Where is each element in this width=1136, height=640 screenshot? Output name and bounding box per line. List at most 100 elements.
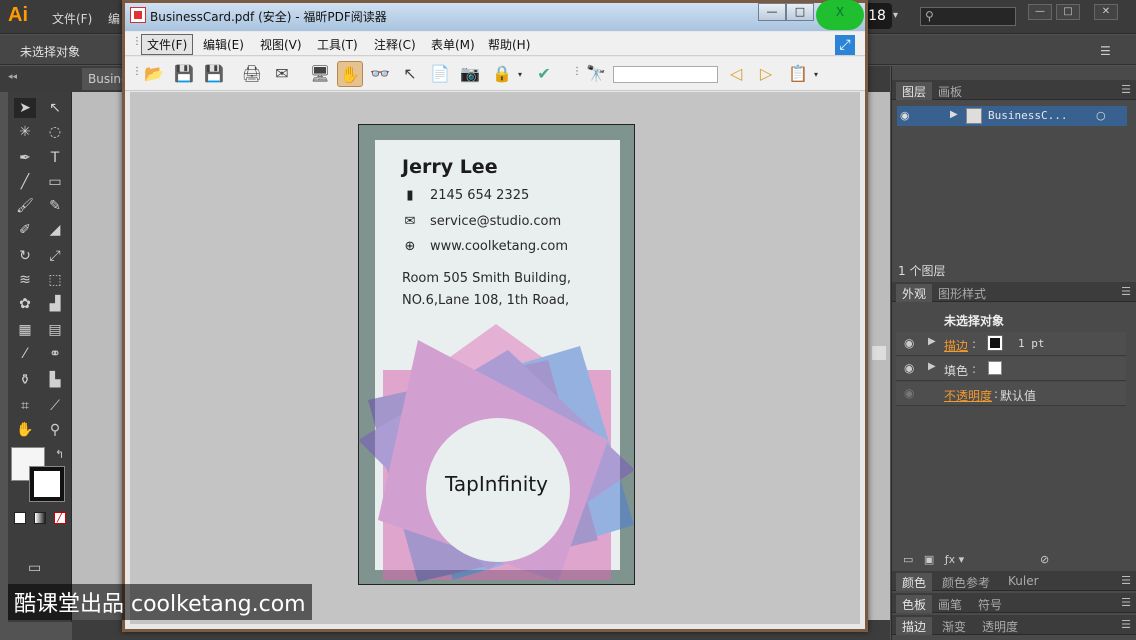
open-folder-icon[interactable]: 📂	[141, 61, 167, 87]
tab-stroke[interactable]: 描边	[896, 617, 933, 635]
pdf-menu-comment[interactable]: 注释(C)	[374, 36, 416, 53]
direct-selection-tool-icon[interactable]: ↖	[44, 98, 66, 118]
stroke-label[interactable]: 描边	[944, 337, 968, 354]
tab-color-guide[interactable]: 颜色参考	[936, 573, 996, 591]
eye-icon[interactable]: ◉	[904, 336, 914, 350]
slice-tool-icon[interactable]: ⟋	[44, 396, 66, 416]
print-icon[interactable]: 🖨	[239, 61, 265, 87]
panel-menu-icon[interactable]: ☰	[1121, 83, 1131, 96]
save-as-icon[interactable]: 💾	[201, 61, 227, 87]
graph-tool-icon[interactable]: ▙	[44, 370, 66, 390]
hand-tool-icon[interactable]: ✋	[337, 61, 363, 87]
expand-arrow-icon[interactable]: ▶	[928, 361, 936, 372]
opacity-label[interactable]: 不透明度	[944, 387, 992, 404]
fill-color-swatch[interactable]	[988, 361, 1002, 375]
swap-colors-icon[interactable]: ↰	[55, 448, 64, 461]
pen-tool-icon[interactable]: ✒	[14, 148, 36, 168]
pencil-tool-icon[interactable]: ✎	[44, 196, 66, 216]
tab-kuler[interactable]: Kuler	[1002, 573, 1045, 591]
warp-tool-icon[interactable]: ≋	[14, 270, 36, 290]
none-mode-button[interactable]: ╱	[54, 512, 66, 524]
gradient-tool-icon[interactable]: ▤	[44, 320, 66, 340]
paintbrush-tool-icon[interactable]: 🖌	[14, 196, 36, 216]
screen-display-icon[interactable]: 🖥	[307, 61, 333, 87]
tab-color[interactable]: 颜色	[896, 573, 933, 591]
artboard-tool-icon[interactable]: ⌗	[14, 396, 36, 416]
save-icon[interactable]: 💾	[171, 61, 197, 87]
find-input[interactable]	[613, 66, 718, 83]
ai-search-field[interactable]: ⚲	[920, 7, 1016, 26]
tab-graphic-styles[interactable]: 图形样式	[932, 284, 992, 302]
pdf-minimize-button[interactable]: —	[758, 3, 786, 21]
expand-arrow-icon[interactable]: ▶	[928, 336, 936, 347]
tab-transparency[interactable]: 透明度	[976, 617, 1024, 635]
tab-appearance[interactable]: 外观	[896, 284, 933, 302]
magic-wand-tool-icon[interactable]: ✳	[14, 122, 36, 142]
dropdown-arrow-icon[interactable]: ▾	[893, 10, 898, 21]
rotate-tool-icon[interactable]: ↻	[14, 246, 36, 266]
blend-tool-icon[interactable]: ⚭	[44, 344, 66, 364]
stroke-color-swatch[interactable]	[987, 335, 1003, 351]
symbol-sprayer-tool-icon[interactable]: ✿	[14, 294, 36, 314]
tab-layers[interactable]: 图层	[896, 82, 933, 100]
ai-restore-button[interactable]: □	[1056, 4, 1080, 20]
scale-tool-icon[interactable]: ⤢	[44, 246, 66, 266]
search-results-icon[interactable]: 📋	[785, 61, 811, 87]
snapshot-camera-icon[interactable]: 📷	[457, 61, 483, 87]
dropdown-arrow-icon[interactable]: ▾	[518, 70, 522, 79]
lasso-tool-icon[interactable]: ◌	[44, 122, 66, 142]
panel-menu-icon[interactable]: ☰	[1121, 618, 1131, 631]
layer-target-icon[interactable]: ○	[1096, 109, 1106, 122]
find-previous-icon[interactable]: ◁	[723, 61, 749, 87]
appearance-fill-row[interactable]: ◉ ▶ 填色 :	[896, 357, 1126, 381]
gradient-mode-button[interactable]	[34, 512, 46, 524]
type-tool-icon[interactable]: T	[44, 148, 66, 168]
line-tool-icon[interactable]: ╱	[14, 172, 36, 192]
loupe-icon[interactable]: 👓	[367, 61, 393, 87]
pdf-menu-view[interactable]: 视图(V)	[260, 36, 302, 53]
tab-brushes[interactable]: 画笔	[932, 595, 968, 613]
pdf-menu-help[interactable]: 帮助(H)	[488, 36, 530, 53]
eye-icon[interactable]: ◉	[904, 386, 914, 400]
column-graph-tool-icon[interactable]: ▟	[44, 294, 66, 314]
find-next-icon[interactable]: ▷	[753, 61, 779, 87]
dropdown-arrow-icon[interactable]: ▾	[814, 70, 818, 79]
zoom-tool-icon[interactable]: ⚲	[44, 420, 66, 440]
pdf-menu-file[interactable]: 文件(F)	[141, 34, 194, 55]
pdf-menu-edit[interactable]: 编辑(E)	[203, 36, 244, 53]
tab-gradient[interactable]: 渐变	[936, 617, 972, 635]
appearance-stroke-row[interactable]: ◉ ▶ 描边 : 1 pt	[896, 332, 1126, 356]
ai-menu-edit[interactable]: 编	[108, 10, 120, 27]
mesh-tool-icon[interactable]: ▦	[14, 320, 36, 340]
screen-mode-icon[interactable]: ▭	[28, 560, 41, 576]
email-icon[interactable]: ✉	[269, 61, 295, 87]
text-select-icon[interactable]: 📄	[427, 61, 453, 87]
fullscreen-expand-icon[interactable]: ⤢	[835, 35, 855, 55]
control-bar-menu-icon[interactable]: ☰	[1100, 44, 1111, 58]
clear-appearance-icon[interactable]: ⊘	[1040, 553, 1049, 566]
rectangle-tool-icon[interactable]: ▭	[44, 172, 66, 192]
panel-menu-icon[interactable]: ☰	[1121, 285, 1131, 298]
eye-icon[interactable]: ◉	[904, 361, 914, 375]
select-arrow-icon[interactable]: ↖	[397, 61, 423, 87]
appearance-footer-icons[interactable]: ▭ ▣ ƒx ▾	[903, 553, 964, 566]
color-mode-button[interactable]	[14, 512, 26, 524]
stroke-swatch[interactable]	[29, 466, 65, 502]
collapse-arrows-icon[interactable]: ◂◂	[8, 72, 17, 82]
free-transform-tool-icon[interactable]: ⬚	[44, 270, 66, 290]
pdf-menu-form[interactable]: 表单(M)	[431, 36, 475, 53]
stroke-weight-value[interactable]: 1 pt	[1018, 337, 1045, 350]
blob-brush-tool-icon[interactable]: ✐	[14, 220, 36, 240]
tab-symbols[interactable]: 符号	[972, 595, 1008, 613]
find-binoculars-icon[interactable]: 🔭	[583, 61, 609, 87]
layer-name[interactable]: BusinessC...	[988, 109, 1067, 122]
layer-visibility-eye-icon[interactable]: ◉	[900, 109, 910, 122]
eyedropper-tool-icon[interactable]: ⁄	[14, 344, 36, 364]
appearance-opacity-row[interactable]: ◉ 不透明度 : 默认值	[896, 382, 1126, 406]
layer-expand-arrow-icon[interactable]: ▶	[950, 109, 958, 120]
pdf-close-button[interactable]: X	[816, 0, 864, 30]
selection-tool-icon[interactable]: ➤	[14, 98, 36, 118]
ai-close-button[interactable]: ✕	[1094, 4, 1118, 20]
eraser-tool-icon[interactable]: ◢	[44, 220, 66, 240]
tab-artboards[interactable]: 画板	[932, 82, 968, 100]
